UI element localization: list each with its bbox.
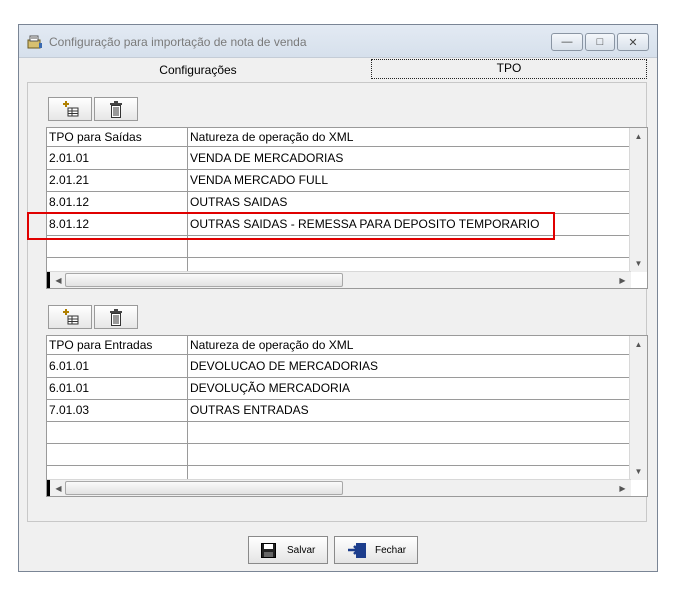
scroll-up-icon[interactable]: ▲ bbox=[630, 336, 647, 353]
table-row[interactable]: 2.01.01 VENDA DE MERCADORIAS bbox=[47, 147, 629, 170]
scroll-left-icon[interactable]: ◀ bbox=[47, 480, 67, 496]
row-tpo bbox=[47, 235, 188, 257]
tab-strip: Configurações TPO bbox=[27, 59, 647, 83]
row-tpo-empty bbox=[47, 257, 188, 271]
table-row[interactable] bbox=[47, 235, 629, 258]
table-row[interactable]: 8.01.12 OUTRAS SAIDAS bbox=[47, 191, 629, 214]
entradas-grid: TPO para Entradas Natureza de operação d… bbox=[46, 335, 648, 497]
table-row[interactable] bbox=[47, 465, 629, 479]
table-row[interactable] bbox=[47, 257, 629, 271]
row-tpo: 6.01.01 bbox=[47, 377, 188, 399]
saidas-add-button[interactable] bbox=[48, 97, 92, 121]
row-natureza-empty bbox=[188, 465, 629, 479]
row-tpo-empty bbox=[47, 465, 188, 479]
saidas-toolbar bbox=[48, 97, 138, 121]
row-natureza-empty bbox=[188, 257, 629, 271]
row-tpo: 2.01.01 bbox=[47, 147, 188, 169]
entradas-vertical-scrollbar[interactable]: ▲ ▼ bbox=[629, 336, 647, 480]
title-bar[interactable]: Configuração para importação de nota de … bbox=[19, 25, 657, 58]
entradas-header: TPO para Entradas Natureza de operação d… bbox=[47, 336, 629, 355]
row-natureza bbox=[188, 235, 629, 257]
row-natureza: OUTRAS SAIDAS - REMESSA PARA DEPOSITO TE… bbox=[190, 217, 540, 231]
row-natureza: OUTRAS SAIDAS bbox=[190, 195, 288, 209]
table-row[interactable] bbox=[47, 421, 629, 444]
close-button[interactable]: ✕ bbox=[617, 33, 649, 51]
saidas-horizontal-scrollbar[interactable]: ◀ ▶ bbox=[47, 271, 631, 288]
window-title: Configuração para importação de nota de … bbox=[49, 35, 307, 49]
entradas-header-tpo[interactable]: TPO para Entradas bbox=[47, 336, 188, 354]
row-natureza bbox=[188, 443, 629, 465]
add-grid-icon bbox=[63, 309, 79, 325]
scroll-thumb[interactable] bbox=[65, 481, 343, 495]
saidas-grid: TPO para Saídas Natureza de operação do … bbox=[46, 127, 648, 289]
restore-icon: □ bbox=[596, 36, 604, 48]
floppy-disk-icon bbox=[261, 543, 276, 558]
saidas-header-tpo[interactable]: TPO para Saídas bbox=[47, 128, 188, 146]
config-window: Configuração para importação de nota de … bbox=[18, 24, 658, 572]
table-row[interactable] bbox=[47, 443, 629, 466]
save-label: Salvar bbox=[287, 545, 316, 556]
row-tpo bbox=[47, 443, 188, 465]
row-tpo: 6.01.01 bbox=[47, 355, 188, 377]
entradas-add-button[interactable] bbox=[48, 305, 92, 329]
table-row[interactable]: 7.01.03 OUTRAS ENTRADAS bbox=[47, 399, 629, 422]
saidas-header-natureza[interactable]: Natureza de operação do XML bbox=[188, 128, 629, 146]
scroll-down-icon[interactable]: ▼ bbox=[630, 255, 647, 272]
scroll-up-icon[interactable]: ▲ bbox=[630, 128, 647, 145]
row-tpo: 8.01.12 bbox=[47, 213, 188, 235]
saidas-delete-button[interactable] bbox=[94, 97, 138, 121]
close-form-button[interactable]: Fechar bbox=[334, 536, 418, 564]
row-natureza: DEVOLUCAO DE MERCADORIAS bbox=[190, 359, 379, 373]
trash-icon bbox=[110, 309, 122, 326]
save-button[interactable]: Salvar bbox=[248, 536, 328, 564]
table-row[interactable]: 6.01.01 DEVOLUÇÃO MERCADORIA bbox=[47, 377, 629, 400]
saidas-header: TPO para Saídas Natureza de operação do … bbox=[47, 128, 629, 147]
row-natureza: VENDA MERCADO FULL bbox=[190, 173, 329, 187]
row-natureza: VENDA DE MERCADORIAS bbox=[190, 151, 344, 165]
row-natureza: DEVOLUÇÃO MERCADORIA bbox=[190, 381, 351, 395]
table-row[interactable]: 6.01.01 DEVOLUCAO DE MERCADORIAS bbox=[47, 355, 629, 378]
row-natureza bbox=[188, 421, 629, 443]
tab-configuracoes[interactable]: Configurações bbox=[27, 59, 369, 81]
entradas-header-natureza[interactable]: Natureza de operação do XML bbox=[188, 336, 629, 354]
app-icon bbox=[27, 35, 42, 49]
scroll-right-icon[interactable]: ▶ bbox=[614, 480, 631, 496]
tpo-panel: TPO para Saídas Natureza de operação do … bbox=[27, 82, 648, 522]
table-row[interactable]: 8.01.12 OUTRAS SAIDAS - REMESSA PARA DEP… bbox=[47, 213, 629, 236]
tab-tpo[interactable]: TPO bbox=[371, 59, 647, 79]
entradas-horizontal-scrollbar[interactable]: ◀ ▶ bbox=[47, 479, 631, 496]
saidas-vertical-scrollbar[interactable]: ▲ ▼ bbox=[629, 128, 647, 272]
restore-button[interactable]: □ bbox=[585, 33, 615, 51]
close-icon: ✕ bbox=[628, 36, 638, 49]
scroll-thumb[interactable] bbox=[65, 273, 343, 287]
trash-icon bbox=[110, 101, 122, 118]
row-tpo: 7.01.03 bbox=[47, 399, 188, 421]
exit-door-icon bbox=[348, 543, 366, 558]
row-tpo: 8.01.12 bbox=[47, 191, 188, 213]
row-tpo bbox=[47, 421, 188, 443]
minimize-icon: — bbox=[561, 36, 573, 48]
row-tpo: 2.01.21 bbox=[47, 169, 188, 191]
scroll-left-icon[interactable]: ◀ bbox=[47, 272, 67, 288]
table-row[interactable]: 2.01.21 VENDA MERCADO FULL bbox=[47, 169, 629, 192]
scroll-down-icon[interactable]: ▼ bbox=[630, 463, 647, 480]
entradas-toolbar bbox=[48, 305, 138, 329]
add-grid-icon bbox=[63, 101, 79, 117]
close-label: Fechar bbox=[375, 545, 407, 556]
scroll-right-icon[interactable]: ▶ bbox=[614, 272, 631, 288]
entradas-delete-button[interactable] bbox=[94, 305, 138, 329]
row-natureza: OUTRAS ENTRADAS bbox=[190, 403, 309, 417]
minimize-button[interactable]: — bbox=[551, 33, 583, 51]
